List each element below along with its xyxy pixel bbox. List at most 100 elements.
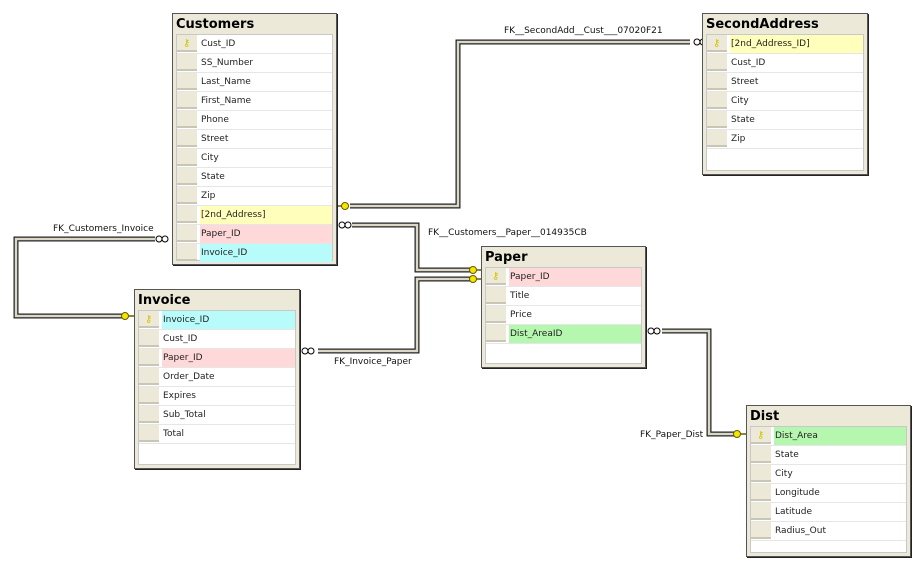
column-name: Total: [163, 429, 185, 439]
column-row[interactable]: Invoice_ID: [177, 244, 332, 263]
row-selector[interactable]: ⚷: [751, 427, 771, 444]
column-row[interactable]: Zip: [177, 187, 332, 206]
column-row[interactable]: ⚷ Cust_ID: [177, 35, 332, 54]
column-row[interactable]: Radius_Out: [751, 522, 906, 541]
row-selector[interactable]: [751, 446, 771, 463]
row-selector[interactable]: [139, 368, 159, 385]
row-selector[interactable]: [177, 130, 197, 147]
column-row[interactable]: Price: [486, 306, 641, 325]
row-selector[interactable]: [177, 168, 197, 185]
row-selector[interactable]: [177, 73, 197, 90]
column-name: Longitude: [775, 488, 820, 498]
relationship-label[interactable]: FK__Customers__Paper__014935CB: [428, 228, 587, 238]
column-name: [2nd_Address]: [200, 206, 332, 224]
row-selector[interactable]: [139, 387, 159, 404]
column-row[interactable]: Phone: [177, 111, 332, 130]
column-row[interactable]: Last_Name: [177, 73, 332, 92]
column-row[interactable]: SS_Number: [177, 54, 332, 73]
column-row[interactable]: City: [707, 92, 863, 111]
column-name: First_Name: [201, 96, 251, 106]
table-customers[interactable]: Customers ⚷ Cust_ID SS_Number Last_Name Firs…: [172, 13, 337, 265]
row-selector[interactable]: [751, 484, 771, 501]
column-row[interactable]: Paper_ID: [177, 225, 332, 244]
table-title[interactable]: Paper: [482, 247, 645, 266]
column-row[interactable]: Expires: [139, 387, 295, 406]
column-row[interactable]: Latitude: [751, 503, 906, 522]
row-selector[interactable]: [707, 73, 727, 90]
table-title[interactable]: SecondAddress: [703, 14, 867, 33]
table-title[interactable]: Customers: [173, 14, 336, 33]
row-selector[interactable]: [177, 149, 197, 166]
table-secondaddress[interactable]: SecondAddress ⚷ [2nd_Address_ID] Cust_ID St…: [702, 13, 868, 175]
column-row[interactable]: Zip: [707, 130, 863, 149]
many-end-icon: [647, 327, 655, 335]
column-row[interactable]: ⚷ [2nd_Address_ID]: [707, 35, 863, 54]
row-selector[interactable]: [177, 54, 197, 71]
column-row[interactable]: Longitude: [751, 484, 906, 503]
row-selector[interactable]: [177, 111, 197, 128]
relationship-label[interactable]: FK_Paper_Dist: [640, 430, 703, 440]
relationship-label[interactable]: FK_Customers_Invoice: [53, 224, 154, 234]
column-row[interactable]: City: [177, 149, 332, 168]
column-row[interactable]: State: [707, 111, 863, 130]
row-selector[interactable]: [486, 287, 506, 304]
column-row[interactable]: Sub_Total: [139, 406, 295, 425]
column-row[interactable]: Paper_ID: [139, 349, 295, 368]
table-paper[interactable]: Paper ⚷ Paper_ID Title Price Dist_AreaID: [481, 246, 646, 368]
row-selector[interactable]: [707, 130, 727, 147]
row-selector[interactable]: [707, 54, 727, 71]
column-row[interactable]: ⚷ Paper_ID: [486, 268, 641, 287]
column-row[interactable]: Dist_AreaID: [486, 325, 641, 344]
row-selector[interactable]: [139, 349, 159, 366]
row-selector[interactable]: [707, 111, 727, 128]
row-selector[interactable]: ⚷: [177, 35, 197, 52]
column-row[interactable]: State: [751, 446, 906, 465]
column-name: Title: [510, 291, 530, 301]
row-selector[interactable]: [751, 522, 771, 539]
row-selector[interactable]: [177, 92, 197, 109]
link-paper-dist[interactable]: [662, 328, 734, 437]
row-selector[interactable]: [707, 92, 727, 109]
row-selector[interactable]: [486, 306, 506, 323]
row-selector[interactable]: [177, 206, 197, 223]
row-selector[interactable]: ⚷: [486, 268, 506, 285]
column-row[interactable]: Street: [177, 130, 332, 149]
many-end-icon: [161, 235, 169, 243]
row-selector[interactable]: [177, 225, 197, 242]
column-row[interactable]: Cust_ID: [707, 54, 863, 73]
row-selector[interactable]: ⚷: [707, 35, 727, 52]
row-selector[interactable]: [486, 325, 506, 342]
relationship-label[interactable]: FK_Invoice_Paper: [334, 357, 412, 367]
row-selector[interactable]: [751, 465, 771, 482]
column-row[interactable]: Cust_ID: [139, 330, 295, 349]
table-dist[interactable]: Dist ⚷ Dist_Area State City Longitude Latitud…: [746, 405, 911, 557]
table-invoice[interactable]: Invoice ⚷ Invoice_ID Cust_ID Paper_ID Order_…: [134, 289, 300, 469]
column-row[interactable]: Title: [486, 287, 641, 306]
column-row[interactable]: ⚷ Dist_Area: [751, 427, 906, 446]
table-title[interactable]: Dist: [747, 406, 910, 425]
column-row[interactable]: ⚷ Invoice_ID: [139, 311, 295, 330]
row-selector[interactable]: [139, 330, 159, 347]
link-secondaddress-cust[interactable]: [350, 39, 690, 209]
diagram-canvas[interactable]: Customers ⚷ Cust_ID SS_Number Last_Name Firs…: [0, 0, 921, 565]
relationship-label[interactable]: FK__SecondAdd__Cust___07020F21: [504, 26, 663, 36]
row-selector[interactable]: [177, 187, 197, 204]
column-row[interactable]: Order_Date: [139, 368, 295, 387]
row-selector[interactable]: ⚷: [139, 311, 159, 328]
many-end-icon: [155, 235, 163, 243]
row-selector[interactable]: [177, 244, 197, 261]
table-title[interactable]: Invoice: [135, 290, 299, 309]
column-row[interactable]: City: [751, 465, 906, 484]
column-row[interactable]: First_Name: [177, 92, 332, 111]
row-selector[interactable]: [139, 406, 159, 423]
row-selector[interactable]: [751, 503, 771, 520]
column-row[interactable]: [2nd_Address]: [177, 206, 332, 225]
row-selector[interactable]: [139, 425, 159, 442]
one-end-key-icon: [469, 266, 477, 274]
column-row[interactable]: Street: [707, 73, 863, 92]
column-name: Street: [201, 134, 229, 144]
column-row[interactable]: State: [177, 168, 332, 187]
link-invoice-paper[interactable]: [318, 276, 470, 354]
column-row[interactable]: Total: [139, 425, 295, 444]
one-end-key-icon: [341, 202, 349, 210]
